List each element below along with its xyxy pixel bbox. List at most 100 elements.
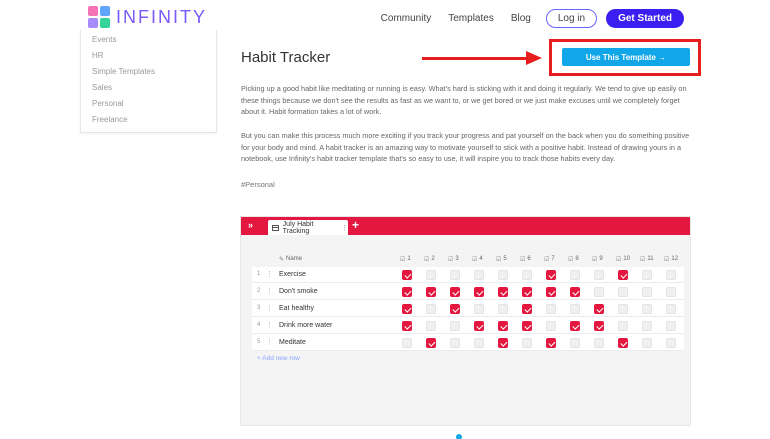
habit-checkbox[interactable] [570,338,580,348]
habit-name[interactable]: Meditate [279,339,306,346]
habit-checkbox[interactable] [450,338,460,348]
habit-checkbox[interactable] [594,321,604,331]
sidebar-item-hr[interactable]: HR [92,51,104,60]
habit-checkbox[interactable] [426,287,436,297]
sidebar-item-freelance[interactable]: Freelance [92,115,128,124]
habit-checkbox[interactable] [522,321,532,331]
habit-checkbox[interactable] [402,321,412,331]
tab-july-habit-tracking[interactable]: July Habit Tracking ⋮ [268,220,348,235]
habit-checkbox[interactable] [618,338,628,348]
row-menu-icon[interactable]: ⋮ [266,338,273,346]
habit-checkbox[interactable] [666,321,676,331]
habit-checkbox[interactable] [666,304,676,314]
habit-name[interactable]: Drink more water [279,322,332,329]
table-row[interactable]: 4 ⋮ Drink more water [252,318,684,334]
column-header-day[interactable]: ☑ 3 [448,251,459,267]
column-header-day[interactable]: ☑ 6 [520,251,531,267]
habit-checkbox[interactable] [522,287,532,297]
habit-checkbox[interactable] [546,287,556,297]
add-row-button[interactable]: + Add new row [257,355,300,362]
column-header-day[interactable]: ☑ 9 [592,251,603,267]
habit-checkbox[interactable] [642,287,652,297]
sidebar-item-simple-templates[interactable]: Simple Templates [92,67,155,76]
habit-checkbox[interactable] [522,338,532,348]
column-header-day[interactable]: ☑ 1 [400,251,411,267]
nav-community[interactable]: Community [381,13,432,24]
habit-checkbox[interactable] [546,304,556,314]
table-row[interactable]: 1 ⋮ Exercise [252,267,684,283]
add-tab-button[interactable]: + [352,218,359,232]
column-header-day[interactable]: ☑ 2 [424,251,435,267]
habit-checkbox[interactable] [618,321,628,331]
habit-checkbox[interactable] [426,321,436,331]
nav-blog[interactable]: Blog [511,13,531,24]
column-header-day[interactable]: ☑ 11 [640,251,654,267]
habit-checkbox[interactable] [426,270,436,280]
use-template-button[interactable]: Use This Template → [562,48,690,66]
habit-checkbox[interactable] [570,287,580,297]
habit-checkbox[interactable] [618,270,628,280]
column-header-day[interactable]: ☑ 12 [664,251,678,267]
habit-checkbox[interactable] [474,338,484,348]
habit-checkbox[interactable] [642,304,652,314]
habit-checkbox[interactable] [618,287,628,297]
login-button[interactable]: Log in [545,9,598,28]
habit-name[interactable]: Exercise [279,271,306,278]
habit-checkbox[interactable] [594,338,604,348]
habit-checkbox[interactable] [450,321,460,331]
habit-checkbox[interactable] [546,270,556,280]
habit-checkbox[interactable] [570,304,580,314]
habit-checkbox[interactable] [570,270,580,280]
table-row[interactable]: 3 ⋮ Eat healthy [252,301,684,317]
habit-checkbox[interactable] [498,321,508,331]
habit-checkbox[interactable] [498,338,508,348]
habit-checkbox[interactable] [666,338,676,348]
row-menu-icon[interactable]: ⋮ [266,270,273,278]
row-menu-icon[interactable]: ⋮ [266,321,273,329]
column-header-day[interactable]: ☑ 7 [544,251,555,267]
habit-checkbox[interactable] [474,287,484,297]
sidebar-item-events[interactable]: Events [92,35,116,44]
habit-checkbox[interactable] [474,270,484,280]
habit-checkbox[interactable] [522,304,532,314]
category-tag[interactable]: #Personal [241,180,275,189]
habit-checkbox[interactable] [426,304,436,314]
sidebar-item-sales[interactable]: Sales [92,83,112,92]
habit-checkbox[interactable] [642,338,652,348]
logo[interactable]: INFINITY [88,6,207,28]
column-header-day[interactable]: ☑ 5 [496,251,507,267]
habit-checkbox[interactable] [594,270,604,280]
row-menu-icon[interactable]: ⋮ [266,304,273,312]
habit-checkbox[interactable] [642,321,652,331]
habit-checkbox[interactable] [642,270,652,280]
habit-checkbox[interactable] [498,287,508,297]
habit-checkbox[interactable] [594,304,604,314]
habit-checkbox[interactable] [450,270,460,280]
row-menu-icon[interactable]: ⋮ [266,287,273,295]
get-started-button[interactable]: Get Started [606,9,684,28]
habit-checkbox[interactable] [666,270,676,280]
habit-checkbox[interactable] [498,270,508,280]
habit-checkbox[interactable] [666,287,676,297]
habit-checkbox[interactable] [402,304,412,314]
table-row[interactable]: 2 ⋮ Don't smoke [252,284,684,300]
column-header-day[interactable]: ☑ 10 [616,251,630,267]
column-header-day[interactable]: ☑ 4 [472,251,483,267]
habit-checkbox[interactable] [402,338,412,348]
nav-templates[interactable]: Templates [448,13,494,24]
habit-checkbox[interactable] [474,304,484,314]
habit-checkbox[interactable] [522,270,532,280]
sidebar-item-personal[interactable]: Personal [92,99,124,108]
habit-checkbox[interactable] [498,304,508,314]
column-header-name[interactable]: ✎ Name [279,251,302,267]
habit-checkbox[interactable] [402,287,412,297]
habit-checkbox[interactable] [402,270,412,280]
habit-checkbox[interactable] [450,287,460,297]
habit-checkbox[interactable] [450,304,460,314]
habit-checkbox[interactable] [474,321,484,331]
habit-name[interactable]: Don't smoke [279,288,318,295]
habit-checkbox[interactable] [570,321,580,331]
habit-checkbox[interactable] [546,321,556,331]
habit-checkbox[interactable] [546,338,556,348]
expand-chevron-icon[interactable]: » [248,220,253,230]
